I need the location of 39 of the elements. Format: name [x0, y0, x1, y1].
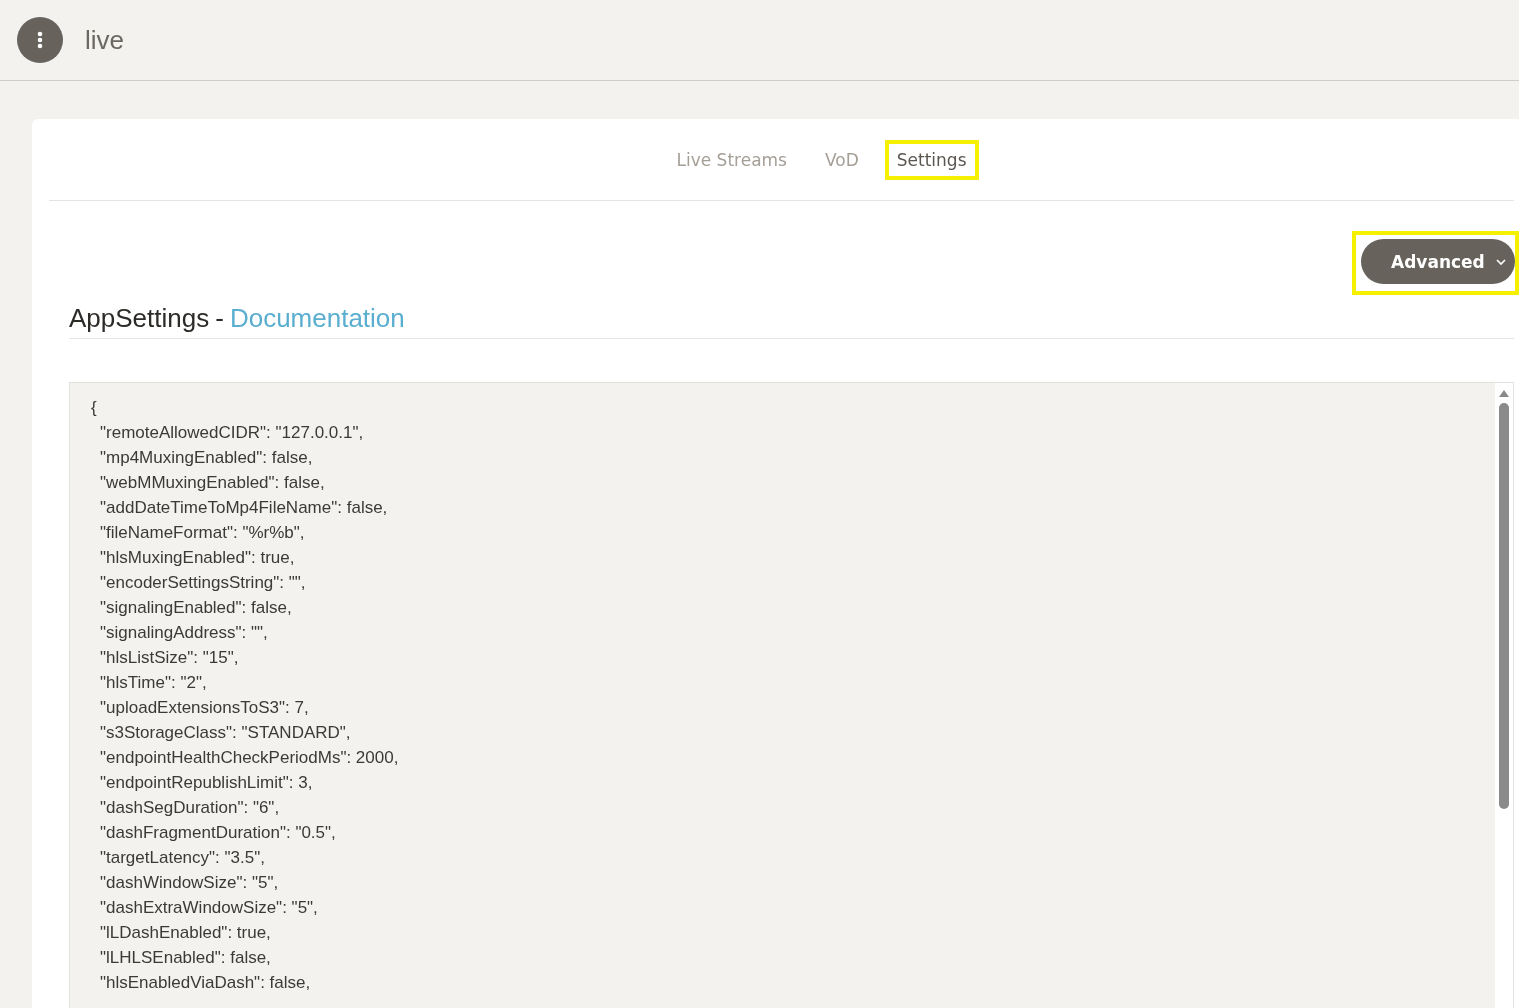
- code-line: "fileNameFormat": "%r%b",: [99, 522, 306, 544]
- code-line: "endpointHealthCheckPeriodMs": 2000,: [99, 747, 400, 769]
- code-line: "s3StorageClass": "STANDARD",: [99, 722, 352, 744]
- code-line: "remoteAllowedCIDR": "127.0.0.1",: [99, 422, 365, 444]
- tab[interactable]: Settings: [884, 139, 979, 180]
- code-line: "uploadExtensionsToS3": 7,: [99, 697, 310, 719]
- chevron-down-icon: [1495, 257, 1507, 266]
- title-separator: -: [215, 303, 224, 334]
- code-editor[interactable]: [69, 382, 1514, 1008]
- scroll-up-icon[interactable]: [1498, 389, 1510, 398]
- code-line: "dashExtraWindowSize": "5",: [99, 897, 319, 919]
- tab[interactable]: VoD: [812, 139, 871, 180]
- code-line: "encoderSettingsString": "",: [99, 572, 307, 594]
- code-line: "mp4MuxingEnabled": false,: [99, 447, 314, 469]
- code-line: "hlsTime": "2",: [99, 672, 208, 694]
- code-line: "hlsListSize": "15",: [99, 647, 240, 669]
- code-line: "webMMuxingEnabled": false,: [99, 472, 326, 494]
- code-line: "hlsEnabledViaDash": false,: [99, 972, 312, 994]
- advanced-button[interactable]: Advanced: [1361, 239, 1515, 284]
- code-line: "dashSegDuration": "6",: [99, 797, 281, 819]
- more-icon: [37, 31, 43, 49]
- code-line: "targetLatency": "3.5",: [99, 847, 266, 869]
- code-line: "lLDashEnabled": true,: [99, 922, 272, 944]
- code-line: "signalingAddress": "",: [99, 622, 269, 644]
- code-line: "dashFragmentDuration": "0.5",: [99, 822, 337, 844]
- code-line: "lLHLSEnabled": false,: [99, 947, 272, 969]
- menu-button[interactable]: [17, 17, 63, 63]
- code-line: "signalingEnabled": false,: [99, 597, 293, 619]
- code-line: "hlsMuxingEnabled": true,: [99, 547, 296, 569]
- code-line: {: [91, 397, 98, 419]
- section-title: AppSettings: [69, 303, 210, 334]
- scrollbar[interactable]: [1495, 383, 1513, 1008]
- documentation-link[interactable]: Documentation: [229, 303, 405, 334]
- scrollbar-thumb[interactable]: [1499, 403, 1509, 809]
- tab[interactable]: Live Streams: [664, 139, 799, 180]
- code-line: "endpointRepublishLimit": 3,: [99, 772, 314, 794]
- app-name: live: [85, 24, 124, 56]
- code-line: "addDateTimeToMp4FileName": false,: [99, 497, 389, 519]
- code-line: "dashWindowSize": "5",: [99, 872, 280, 894]
